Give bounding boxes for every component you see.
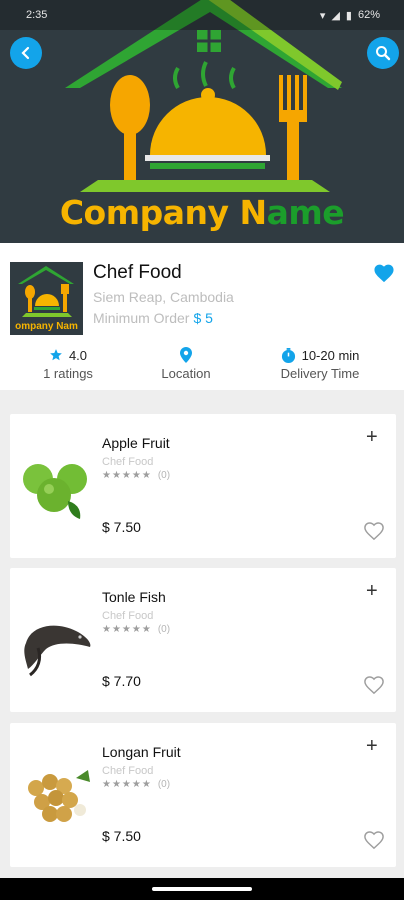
rating-stars: ★★★★★ — [102, 470, 152, 481]
timer-icon — [281, 347, 295, 363]
product-rating: ★★★★★ (0) — [102, 624, 170, 635]
wifi-icon: ▾ — [319, 9, 326, 22]
minimum-order-value: $ 5 — [193, 310, 213, 326]
heart-outline-icon — [364, 676, 384, 695]
system-navigation-bar — [0, 878, 404, 900]
add-to-cart-button[interactable]: + — [366, 581, 378, 601]
review-count: (0) — [157, 779, 171, 790]
minimum-order-label: Minimum Order — [93, 310, 190, 326]
longan-fruit-image — [28, 770, 90, 822]
location-stat[interactable]: Location — [146, 346, 226, 381]
rating-value: 4.0 — [68, 347, 88, 363]
battery-level: 62% — [357, 9, 380, 21]
delivery-time-stat: 10-20 min Delivery Time — [270, 346, 370, 381]
location-label: Location — [161, 366, 211, 381]
tonle-fish-image — [24, 625, 91, 677]
rating-stat: 4.0 1 ratings — [28, 346, 108, 382]
ratings-count: 1 ratings — [43, 366, 93, 381]
apple-fruit-image — [23, 464, 87, 519]
product-shop: Chef Food — [102, 765, 154, 777]
restaurant-info: ompany Nam Chef Food Siem Reap, Cambodia… — [0, 243, 404, 390]
product-card[interactable]: Longan Fruit Chef Food ★★★★★ (0) $ 7.50 + — [10, 723, 396, 867]
battery-icon: ▮ — [345, 9, 352, 22]
product-name: Longan Fruit — [102, 744, 181, 760]
heart-outline-icon — [364, 522, 384, 541]
add-to-cart-button[interactable]: + — [366, 736, 378, 756]
product-price: $ 7.70 — [102, 673, 141, 689]
add-to-cart-button[interactable]: + — [366, 427, 378, 447]
store-banner: Company Name 2:35 ▾ ◢ ▮ 62% — [0, 0, 404, 243]
product-price: $ 7.50 — [102, 828, 141, 844]
favorite-product-button[interactable] — [363, 521, 385, 546]
signal-icon: ◢ — [331, 9, 340, 22]
star-icon — [50, 349, 62, 361]
home-gesture-handle[interactable] — [152, 887, 252, 891]
product-shop: Chef Food — [102, 456, 154, 468]
delivery-time-label: Delivery Time — [280, 366, 360, 381]
plus-icon: + — [366, 426, 378, 448]
favorite-product-button[interactable] — [363, 830, 385, 855]
status-time: 2:35 — [26, 9, 48, 21]
rating-stars: ★★★★★ — [102, 624, 152, 635]
product-card[interactable]: Tonle Fish Chef Food ★★★★★ (0) $ 7.70 + — [10, 568, 396, 712]
product-price: $ 7.50 — [102, 519, 141, 535]
product-name: Apple Fruit — [102, 435, 170, 451]
delivery-time-value: 10-20 min — [301, 347, 360, 363]
restaurant-name: Chef Food — [93, 262, 182, 283]
rating-stars: ★★★★★ — [102, 779, 152, 790]
product-rating: ★★★★★ (0) — [102, 779, 170, 790]
product-name: Tonle Fish — [102, 589, 166, 605]
back-button[interactable] — [10, 37, 42, 69]
review-count: (0) — [157, 624, 171, 635]
product-shop: Chef Food — [102, 610, 154, 622]
company-name-text: Company Name — [59, 193, 345, 232]
status-bar: 2:35 ▾ ◢ ▮ 62% — [0, 0, 404, 30]
restaurant-location: Siem Reap, Cambodia — [93, 289, 234, 305]
favorite-product-button[interactable] — [363, 675, 385, 700]
thumbnail-company-name: ompany Nam — [15, 321, 78, 332]
search-icon — [376, 46, 391, 61]
product-rating: ★★★★★ (0) — [102, 470, 170, 481]
search-button[interactable] — [367, 37, 399, 69]
heart-filled-icon — [374, 264, 394, 283]
product-card[interactable]: Apple Fruit Chef Food ★★★★★ (0) $ 7.50 + — [10, 414, 396, 558]
plus-icon: + — [366, 735, 378, 757]
restaurant-logo-thumbnail: ompany Nam — [10, 262, 83, 335]
location-pin-icon — [180, 347, 192, 363]
heart-outline-icon — [364, 831, 384, 850]
review-count: (0) — [157, 470, 171, 481]
plus-icon: + — [366, 580, 378, 602]
favorite-restaurant-button[interactable] — [373, 263, 395, 288]
chevron-left-icon — [21, 46, 30, 60]
minimum-order: Minimum Order $ 5 — [93, 310, 213, 326]
